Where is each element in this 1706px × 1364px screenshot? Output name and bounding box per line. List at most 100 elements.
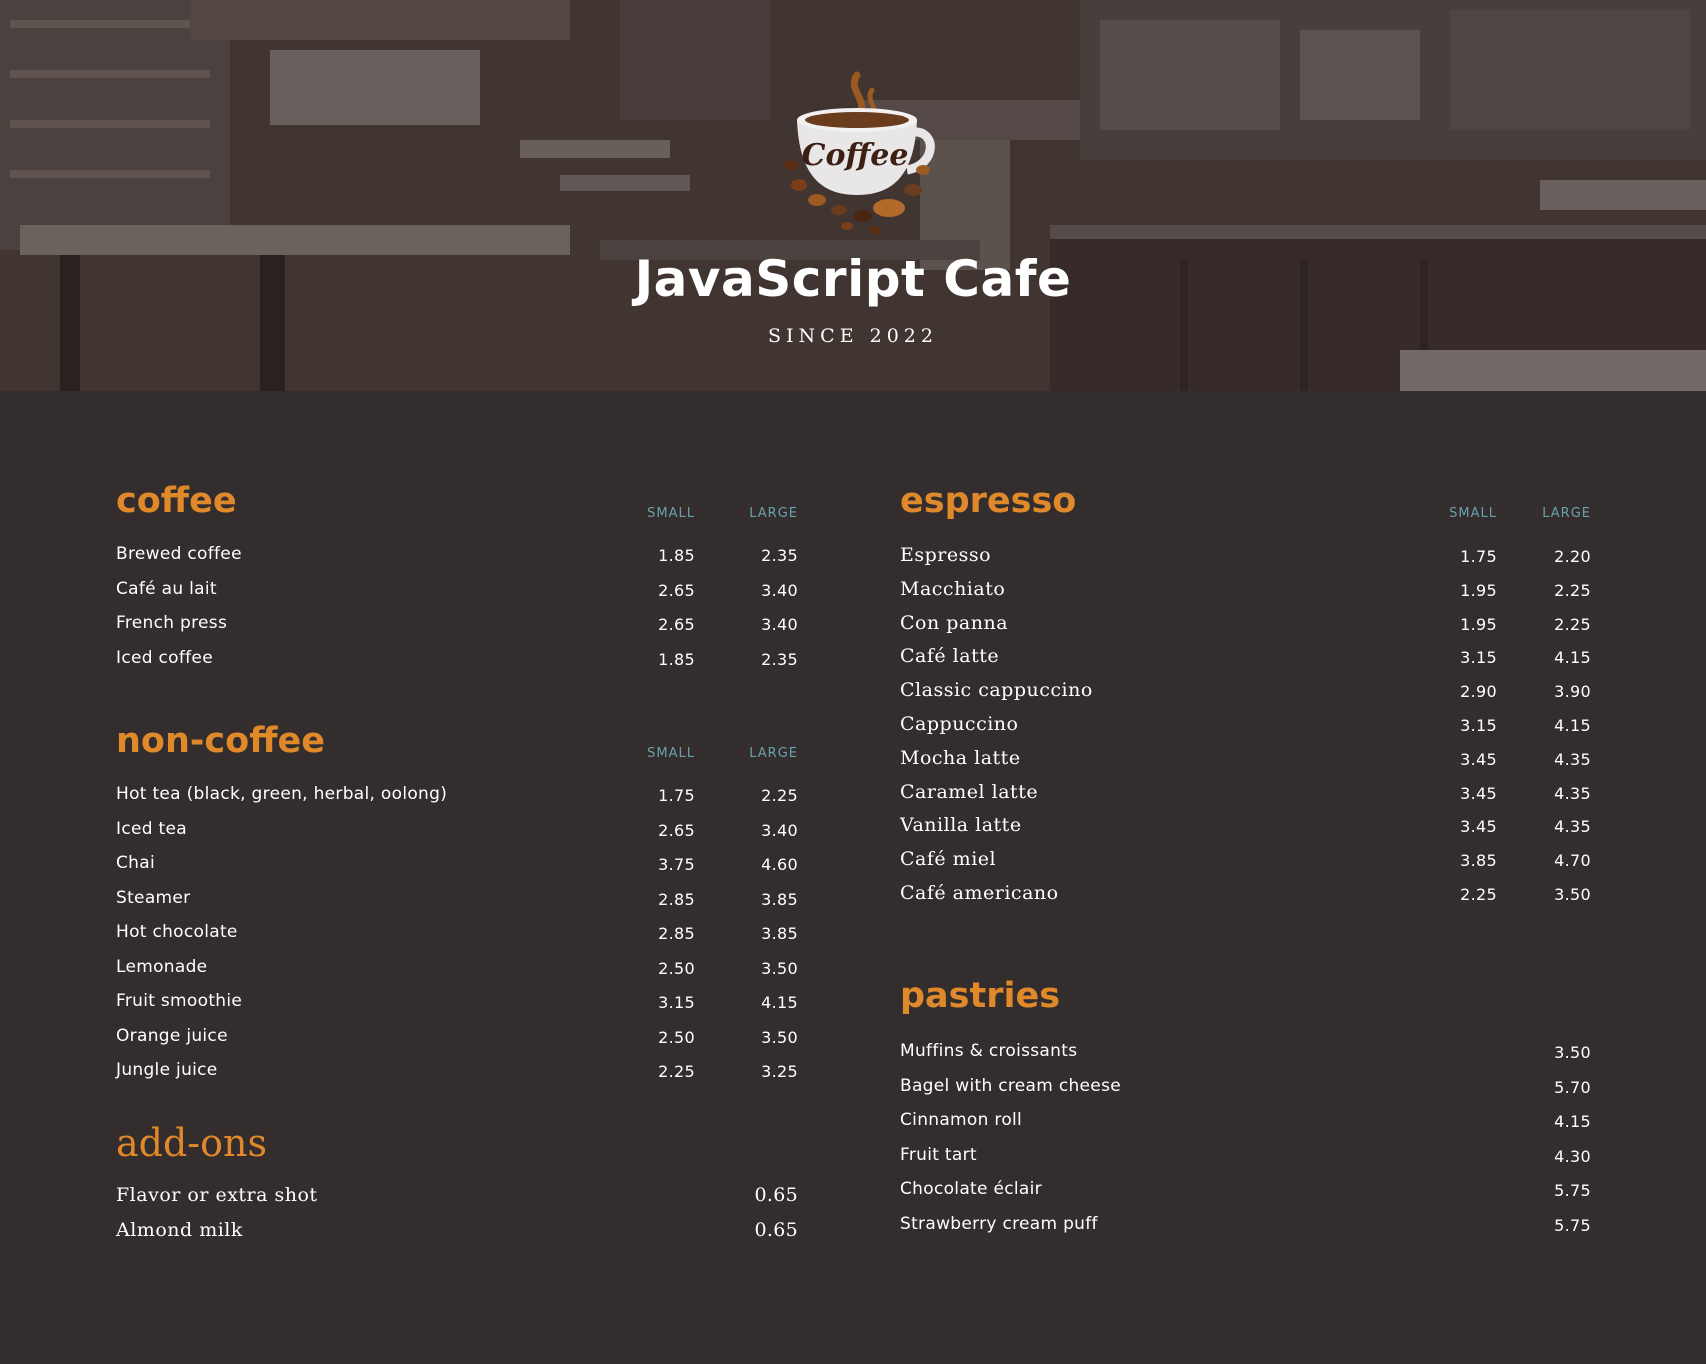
item-name: Mocha latte [900, 746, 1021, 769]
menu-item: Classic cappuccino 2.90 3.90 [900, 679, 1591, 713]
section-title-add-ons: add-ons [116, 1121, 267, 1165]
price: 3.50 [1554, 1043, 1591, 1062]
section-header: non-coffee SMALL LARGE [116, 724, 798, 784]
item-name: Orange juice [116, 1025, 228, 1046]
section-header: pastries [900, 979, 1591, 1041]
price-small: 2.65 [658, 820, 695, 840]
price: 5.70 [1554, 1077, 1591, 1097]
price: 0.65 [754, 1184, 798, 1206]
menu-item: Café latte 3.15 4.15 [900, 645, 1591, 679]
menu-item: Hot chocolate 2.85 3.85 [116, 922, 798, 957]
menu-item: Café au lait 2.65 3.40 [116, 579, 798, 614]
price-large: 4.35 [1554, 817, 1591, 837]
section-non-coffee: non-coffee SMALL LARGE Hot tea (black, g… [116, 724, 798, 1095]
item-name: Café latte [900, 645, 1000, 668]
price-large: 3.50 [761, 958, 798, 978]
item-name: Macchiato [900, 577, 1006, 600]
price-small: 2.85 [658, 924, 695, 943]
item-name: Café miel [900, 848, 997, 871]
price-small: 1.75 [658, 786, 695, 805]
small-size-label: SMALL [1449, 506, 1497, 521]
price-small: 3.75 [658, 855, 695, 874]
price-large: 3.50 [1554, 884, 1591, 904]
price-small: 3.85 [1460, 851, 1497, 871]
price-small: 2.65 [658, 615, 695, 634]
item-name: Lemonade [116, 956, 208, 977]
item-name: Flavor or extra shot [116, 1184, 318, 1206]
menu-item: Almond milk 0.65 [116, 1219, 798, 1254]
menu-item: Fruit tart 4.30 [900, 1145, 1591, 1180]
price-small: 3.15 [1460, 715, 1497, 735]
item-name: Steamer [116, 887, 191, 908]
price-small: 2.25 [1460, 884, 1497, 904]
price-large: 2.25 [1554, 580, 1591, 600]
menu-item: Cappuccino 3.15 4.15 [900, 713, 1591, 747]
item-name: Muffins & croissants [900, 1041, 1078, 1061]
price-small: 2.50 [658, 1027, 695, 1047]
price-large: 3.85 [761, 924, 798, 943]
price: 5.75 [1554, 1215, 1591, 1235]
price-large: 4.15 [1554, 715, 1591, 735]
item-name: Fruit tart [900, 1144, 977, 1165]
menu-item: Muffins & croissants 3.50 [900, 1041, 1591, 1076]
price-small: 2.85 [658, 889, 695, 909]
section-header: coffee SMALL LARGE [116, 484, 798, 544]
price-large: 2.20 [1554, 547, 1591, 566]
price-large: 4.70 [1554, 851, 1591, 871]
price-large: 4.35 [1554, 783, 1591, 803]
price: 4.15 [1554, 1112, 1591, 1131]
item-name: Jungle juice [116, 1060, 218, 1080]
price-small: 1.85 [658, 649, 695, 669]
price-large: 4.15 [1554, 648, 1591, 668]
menu-item: Flavor or extra shot 0.65 [116, 1184, 798, 1219]
item-name: Brewed coffee [116, 544, 242, 564]
price: 0.65 [754, 1218, 798, 1241]
item-name: Hot chocolate [116, 922, 238, 942]
price-small: 2.25 [658, 1062, 695, 1081]
item-name: Chai [116, 853, 155, 873]
price-large: 3.40 [761, 820, 798, 840]
price: 5.75 [1554, 1181, 1591, 1200]
item-name: Cappuccino [900, 712, 1019, 735]
menu-item: Iced tea 2.65 3.40 [116, 819, 798, 854]
price-large: 3.90 [1554, 682, 1591, 702]
menu-item: Caramel latte 3.45 4.35 [900, 781, 1591, 815]
hero-banner: Coffee JavaScript Cafe SINCE 2022 [0, 0, 1706, 391]
cafe-title: JavaScript Cafe [634, 250, 1072, 308]
menu-item: Café americano 2.25 3.50 [900, 882, 1591, 916]
item-name: Fruit smoothie [116, 991, 243, 1011]
menu-item: Steamer 2.85 3.85 [116, 888, 798, 923]
large-size-label: LARGE [749, 746, 798, 761]
menu-item: Fruit smoothie 3.15 4.15 [116, 991, 798, 1026]
menu-item: Vanilla latte 3.45 4.35 [900, 814, 1591, 848]
item-name: Con panna [900, 611, 1009, 634]
section-title-coffee: coffee [116, 481, 237, 521]
price-small: 2.90 [1460, 682, 1497, 702]
price: 4.30 [1554, 1146, 1591, 1166]
price-small: 2.65 [658, 580, 695, 600]
item-name: Cinnamon roll [900, 1110, 1023, 1130]
item-name: Café au lait [116, 578, 217, 599]
price-large: 3.50 [761, 1027, 798, 1047]
menu-item: Con panna 1.95 2.25 [900, 612, 1591, 646]
item-name: Hot tea (black, green, herbal, oolong) [116, 784, 448, 804]
small-size-label: SMALL [647, 746, 695, 761]
menu-item: Bagel with cream cheese 5.70 [900, 1076, 1591, 1111]
price-small: 3.45 [1460, 783, 1497, 803]
price-large: 3.25 [761, 1062, 798, 1081]
item-name: Caramel latte [900, 780, 1039, 803]
menu-item: Mocha latte 3.45 4.35 [900, 747, 1591, 781]
price-small: 2.50 [658, 958, 695, 978]
menu-item: Hot tea (black, green, herbal, oolong) 1.… [116, 784, 798, 819]
small-size-label: SMALL [647, 506, 695, 521]
item-name: Almond milk [116, 1218, 243, 1241]
price-large: 4.35 [1554, 749, 1591, 769]
menu-item: French press 2.65 3.40 [116, 613, 798, 648]
menu-item: Macchiato 1.95 2.25 [900, 578, 1591, 612]
price-small: 3.15 [658, 993, 695, 1012]
price-large: 3.85 [761, 889, 798, 909]
section-espresso: espresso SMALL LARGE Espresso 1.75 2.20 Ma… [900, 484, 1591, 916]
price-large: 3.40 [761, 615, 798, 634]
item-name: Vanilla latte [900, 814, 1022, 837]
item-name: Iced tea [116, 818, 187, 839]
